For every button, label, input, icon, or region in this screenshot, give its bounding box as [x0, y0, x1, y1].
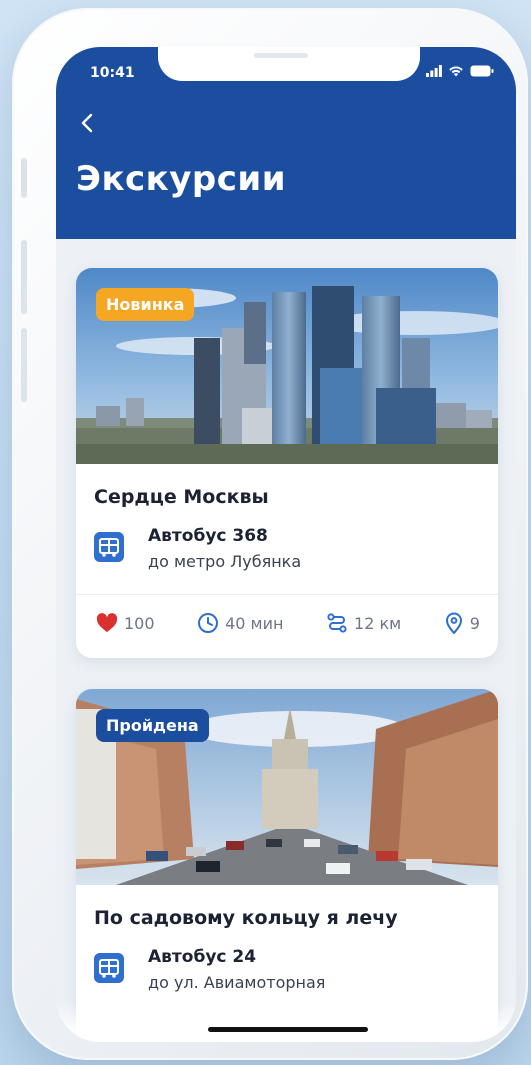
volume-up-button: [21, 240, 27, 314]
tour-badge: Пройдена: [96, 709, 209, 742]
tour-card[interactable]: Пройдена По садовому кольцу я лечу Автоб…: [76, 689, 498, 1042]
page-title: Экскурсии: [76, 159, 287, 199]
heart-icon: [96, 613, 118, 633]
tour-title: Сердце Москвы: [94, 486, 269, 508]
volume-down-button: [21, 328, 27, 402]
bus-icon: [94, 532, 124, 562]
duration-value: 40 мин: [225, 613, 284, 633]
stops-count: 9: [469, 613, 480, 633]
tour-badge: Новинка: [96, 288, 195, 321]
likes-stat[interactable]: 100: [96, 613, 155, 633]
tour-card[interactable]: Новинка Сердце Москвы Автобус 368 до мет…: [76, 268, 498, 658]
stops-stat: 9: [444, 612, 480, 634]
status-icons: [426, 65, 494, 77]
bus-icon: [94, 953, 124, 983]
battery-icon: [470, 65, 494, 77]
tour-bus: Автобус 24: [148, 947, 257, 967]
distance-stat: 12 км: [326, 612, 401, 634]
tour-stats: 100 40 мин 12 км 9: [96, 612, 480, 634]
app-screen: 10:41 Экскурсии Новинка Сердце Москвы Ав…: [56, 47, 516, 1042]
card-divider: [76, 594, 498, 595]
phone-frame: 10:41 Экскурсии Новинка Сердце Москвы Ав…: [12, 8, 528, 1060]
bottom-fade: [56, 1002, 516, 1042]
tour-image-garden-ring: Пройдена: [76, 689, 498, 885]
tour-title: По садовому кольцу я лечу: [94, 907, 398, 929]
tour-image-moscow-city: Новинка: [76, 268, 498, 464]
location-pin-icon: [445, 612, 462, 634]
distance-value: 12 км: [354, 613, 402, 633]
mute-switch: [21, 158, 27, 198]
tour-destination: до метро Лубянка: [148, 552, 302, 571]
tour-bus: Автобус 368: [148, 526, 268, 546]
status-time: 10:41: [90, 65, 135, 81]
duration-stat: 40 мин: [197, 612, 283, 634]
clock-icon: [198, 613, 219, 633]
tour-destination: до ул. Авиамоторная: [148, 973, 326, 992]
device-notch: [158, 47, 420, 81]
back-arrow-icon[interactable]: [76, 111, 100, 135]
route-icon: [327, 613, 347, 633]
wifi-icon: [449, 66, 463, 77]
likes-count: 100: [124, 613, 155, 633]
app-header: 10:41 Экскурсии: [56, 47, 516, 239]
signal-icon: [426, 65, 442, 77]
home-indicator[interactable]: [208, 1027, 368, 1032]
